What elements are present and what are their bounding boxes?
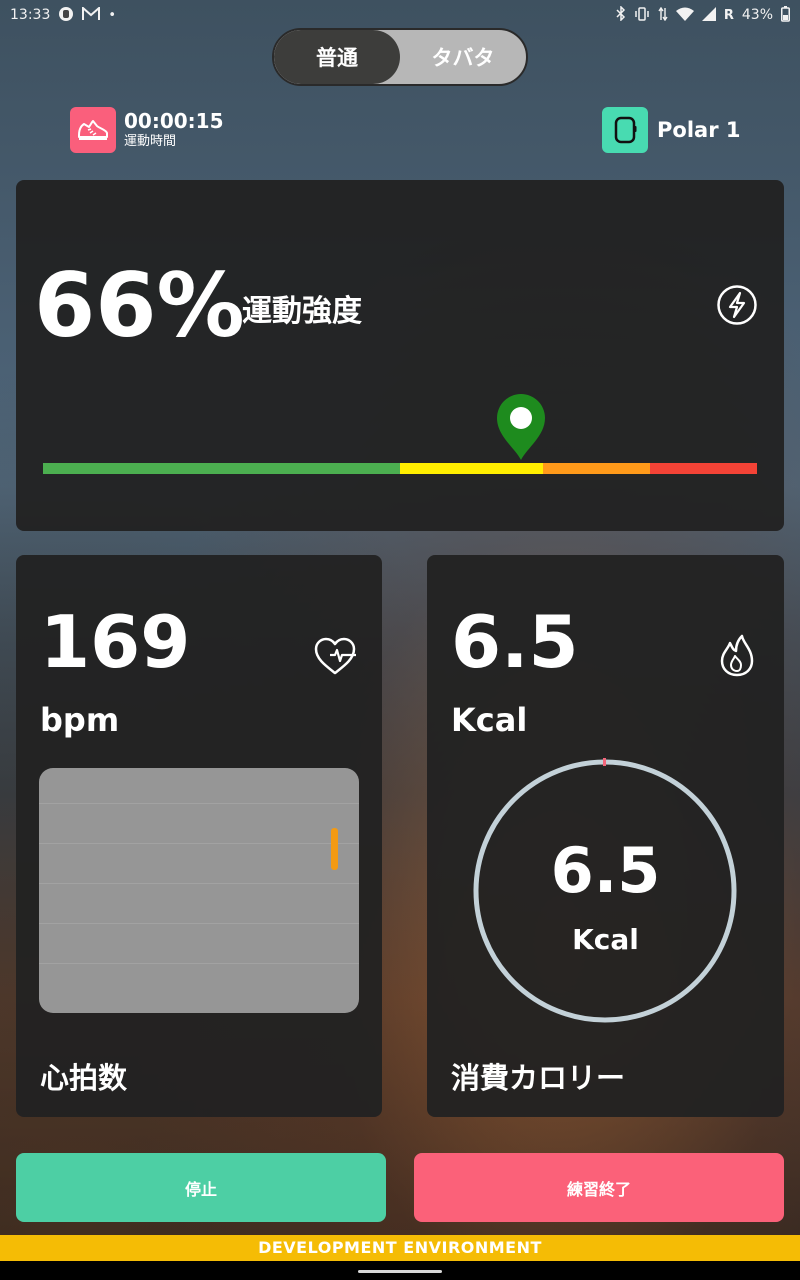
- calories-unit: Kcal: [451, 701, 528, 739]
- battery-icon: [781, 5, 790, 25]
- device-indicator[interactable]: Polar 1: [602, 107, 740, 153]
- gauge-zone-0: [43, 463, 400, 474]
- home-handle[interactable]: [358, 1270, 442, 1273]
- heart-pulse-icon: [312, 633, 358, 679]
- dot-icon: •: [108, 7, 117, 23]
- navigation-bar: [0, 1261, 800, 1280]
- flame-icon: [714, 633, 760, 679]
- signal-icon: [701, 6, 716, 24]
- mode-option-normal[interactable]: 普通: [274, 30, 400, 84]
- timer-value: 00:00:15: [124, 109, 224, 133]
- notification-icon: [58, 6, 74, 25]
- timer-label: 運動時間: [124, 134, 177, 149]
- heart-rate-value: 169: [40, 600, 191, 684]
- calories-card: 6.5 Kcal 6.5 Kcal 消費カロリー: [427, 555, 784, 1117]
- intensity-card: 66% 運動強度: [16, 180, 784, 531]
- heart-rate-title: 心拍数: [40, 1061, 128, 1095]
- stop-button[interactable]: 停止: [16, 1153, 386, 1222]
- end-workout-button[interactable]: 練習終了: [414, 1153, 784, 1222]
- gauge-zone-1: [400, 463, 543, 474]
- heart-rate-card: 169 bpm 心拍数: [16, 555, 382, 1117]
- device-name: Polar 1: [657, 118, 741, 142]
- gauge-zone-3: [649, 463, 757, 474]
- intensity-value: 66%: [34, 254, 245, 357]
- bluetooth-icon: [616, 5, 626, 24]
- status-bar: 13:33 • R 43%: [0, 0, 800, 30]
- intensity-pin-icon: [495, 392, 547, 462]
- status-time: 13:33: [10, 7, 51, 23]
- dev-environment-banner: DEVELOPMENT ENVIRONMENT: [0, 1235, 800, 1261]
- carrier-indicator: R: [723, 7, 734, 23]
- heart-rate-unit: bpm: [40, 701, 120, 739]
- data-icon: [658, 6, 668, 24]
- shoe-icon: [70, 107, 116, 153]
- ring-unit: Kcal: [572, 923, 639, 956]
- calories-value: 6.5: [451, 600, 579, 684]
- watch-icon: [602, 107, 648, 153]
- vibrate-icon: [634, 6, 650, 24]
- gauge-zone-2: [542, 463, 650, 474]
- lightning-icon: [716, 284, 758, 326]
- intensity-gauge: [43, 463, 757, 474]
- ring-value: 6.5: [550, 834, 661, 907]
- heart-rate-marker: [331, 828, 338, 870]
- exercise-timer: 00:00:15 運動時間: [70, 107, 224, 153]
- heart-rate-graph: [39, 768, 359, 1013]
- mode-option-tabata[interactable]: タバタ: [400, 30, 526, 84]
- mail-icon: [82, 5, 101, 24]
- mode-toggle[interactable]: 普通 タバタ: [272, 28, 528, 86]
- calories-title: 消費カロリー: [451, 1061, 626, 1095]
- intensity-label: 運動強度: [242, 294, 362, 329]
- battery-percent: 43%: [741, 7, 773, 23]
- wifi-icon: [675, 7, 694, 24]
